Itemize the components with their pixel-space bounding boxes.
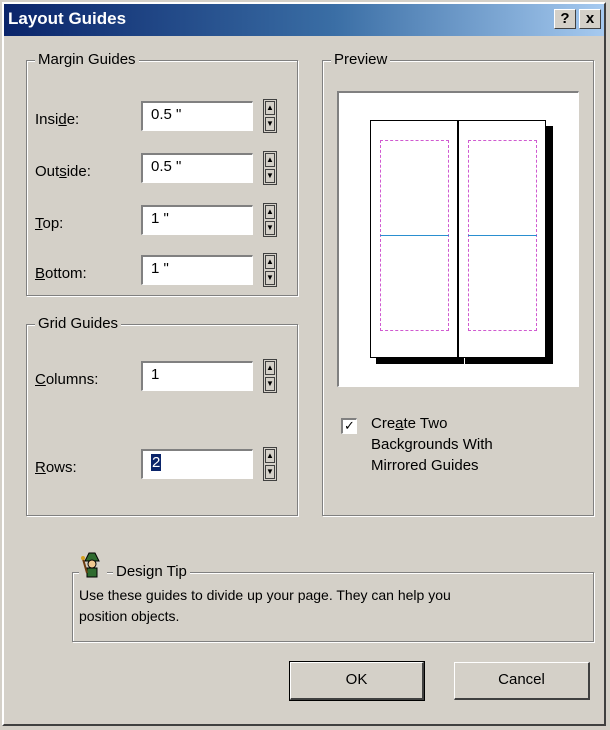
design-tip-text: Use these guides to divide up your page.… <box>79 585 587 627</box>
inside-margin-input[interactable]: 0.5 " <box>141 101 253 131</box>
margin-guides-group: Margin Guides Inside: 0.5 " ▲ ▼ Outside:… <box>26 51 298 296</box>
spin-up-icon[interactable]: ▲ <box>265 255 275 269</box>
design-tip-line2: position objects. <box>79 608 180 624</box>
bottom-margin-input[interactable]: 1 " <box>141 255 253 285</box>
top-label: Top: <box>35 215 64 232</box>
grid-guides-legend: Grid Guides <box>35 315 122 332</box>
columns-input[interactable]: 1 <box>141 361 253 391</box>
layout-guides-dialog: Layout Guides ? x Margin Guides Inside: … <box>2 2 606 726</box>
ok-button[interactable]: OK <box>289 661 425 701</box>
spin-up-icon[interactable]: ▲ <box>265 205 275 219</box>
help-button[interactable]: ? <box>554 9 576 29</box>
inside-margin-spinner[interactable]: ▲ ▼ <box>263 99 277 133</box>
outside-label: Outside: <box>35 163 91 180</box>
spin-down-icon[interactable]: ▼ <box>265 465 275 479</box>
bottom-margin-spinner[interactable]: ▲ ▼ <box>263 253 277 287</box>
inside-label: Inside: <box>35 111 80 128</box>
spin-down-icon[interactable]: ▼ <box>265 117 275 131</box>
spin-up-icon[interactable]: ▲ <box>265 361 275 375</box>
right-page-row-guide <box>468 235 537 236</box>
margin-guides-legend: Margin Guides <box>35 51 139 68</box>
left-page <box>370 120 458 358</box>
design-tip-line1: Use these guides to divide up your page.… <box>79 587 451 603</box>
columns-label: Columns: <box>35 371 99 388</box>
title-bar[interactable]: Layout Guides ? x <box>4 4 604 36</box>
checkbox-label-line2: Backgrounds With <box>371 436 493 453</box>
design-tip-title: Design Tip <box>113 563 190 580</box>
outside-margin-input[interactable]: 0.5 " <box>141 153 253 183</box>
spin-up-icon[interactable]: ▲ <box>265 101 275 115</box>
spin-up-icon[interactable]: ▲ <box>265 153 275 167</box>
rows-input-selected-text: 2 <box>151 454 162 471</box>
preview-legend: Preview <box>331 51 391 68</box>
checkbox-label-line1: Create Two <box>371 415 448 432</box>
left-page-row-guide <box>380 235 449 236</box>
right-page <box>458 120 546 358</box>
create-two-backgrounds-label[interactable]: Create Two Backgrounds With Mirrored Gui… <box>371 413 493 476</box>
spin-down-icon[interactable]: ▼ <box>265 271 275 285</box>
design-tip-group: Design Tip Use these guides to divide up… <box>72 551 594 642</box>
spin-down-icon[interactable]: ▼ <box>265 377 275 391</box>
spin-up-icon[interactable]: ▲ <box>265 449 275 463</box>
create-two-backgrounds-checkbox[interactable]: ✓ <box>341 418 357 434</box>
grid-guides-group: Grid Guides Columns: 1 ▲ ▼ Rows: 2 ▲ ▼ <box>26 315 298 516</box>
wizard-icon <box>79 551 107 579</box>
rows-label: Rows: <box>35 459 77 476</box>
top-margin-spinner[interactable]: ▲ ▼ <box>263 203 277 237</box>
rows-input[interactable]: 2 <box>141 449 253 479</box>
top-margin-input[interactable]: 1 " <box>141 205 253 235</box>
spin-down-icon[interactable]: ▼ <box>265 169 275 183</box>
columns-spinner[interactable]: ▲ ▼ <box>263 359 277 393</box>
spin-down-icon[interactable]: ▼ <box>265 221 275 235</box>
preview-group: Preview ✓ Create Two Backgrounds With Mi… <box>322 51 594 516</box>
cancel-button[interactable]: Cancel <box>454 662 590 700</box>
window-title: Layout Guides <box>8 9 127 28</box>
bottom-label: Bottom: <box>35 265 87 282</box>
close-button[interactable]: x <box>579 9 601 29</box>
rows-spinner[interactable]: ▲ ▼ <box>263 447 277 481</box>
checkbox-label-line3: Mirrored Guides <box>371 457 479 474</box>
preview-image <box>337 91 579 387</box>
outside-margin-spinner[interactable]: ▲ ▼ <box>263 151 277 185</box>
